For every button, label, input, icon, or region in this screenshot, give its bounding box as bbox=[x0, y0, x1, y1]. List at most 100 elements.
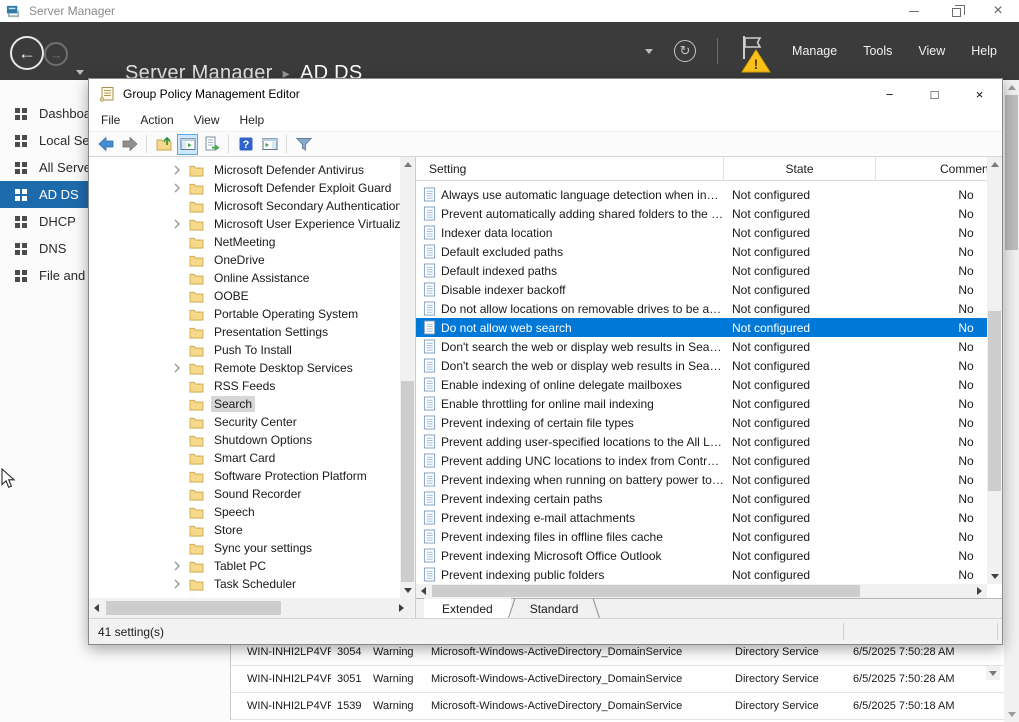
show-console-tree-icon[interactable] bbox=[177, 134, 198, 155]
tree-item[interactable]: OOBE bbox=[89, 287, 400, 305]
tree-item[interactable]: RSS Feeds bbox=[89, 377, 400, 395]
gpme-close-button[interactable]: × bbox=[957, 79, 1002, 109]
show-action-pane-icon[interactable] bbox=[259, 134, 280, 155]
list-scroll-right-icon[interactable] bbox=[972, 584, 987, 598]
up-one-level-icon[interactable] bbox=[153, 134, 174, 155]
expand-chevron-icon[interactable] bbox=[173, 219, 183, 229]
tab-extended[interactable]: Extended bbox=[424, 598, 511, 618]
restore-button[interactable] bbox=[935, 0, 977, 22]
setting-row[interactable]: Indexer data location Not configured No bbox=[416, 223, 1002, 242]
list-scroll-down-icon[interactable] bbox=[987, 569, 1002, 584]
refresh-icon[interactable]: ↻ bbox=[674, 40, 696, 62]
nav-menu-item[interactable]: View bbox=[918, 44, 945, 58]
tree-item[interactable]: OneDrive bbox=[89, 251, 400, 269]
scrollbar-thumb[interactable] bbox=[1005, 95, 1018, 250]
tree-item[interactable]: Remote Desktop Services bbox=[89, 359, 400, 377]
tree-scroll-down-icon[interactable] bbox=[400, 583, 415, 598]
close-button[interactable] bbox=[977, 0, 1019, 22]
nav-menu-item[interactable]: Tools bbox=[863, 44, 892, 58]
tree-hscrollbar-thumb[interactable] bbox=[106, 601, 281, 615]
events-scroll-down-icon[interactable] bbox=[986, 666, 1000, 680]
tree-item[interactable]: Microsoft Defender Antivirus bbox=[89, 161, 400, 179]
gpme-menu-item[interactable]: Help bbox=[230, 113, 275, 127]
tree-item[interactable]: Task Scheduler bbox=[89, 575, 400, 593]
tree-vertical-scrollbar[interactable] bbox=[400, 157, 415, 598]
gpme-minimize-button[interactable]: − bbox=[867, 79, 912, 109]
expand-chevron-icon[interactable] bbox=[173, 165, 183, 175]
gpme-menu-item[interactable]: View bbox=[184, 113, 230, 127]
tree-item[interactable]: Store bbox=[89, 521, 400, 539]
expand-chevron-icon[interactable] bbox=[173, 579, 183, 589]
setting-row[interactable]: Prevent automatically adding shared fold… bbox=[416, 204, 1002, 223]
scroll-down-icon[interactable] bbox=[1004, 707, 1019, 722]
tree-item[interactable]: Microsoft Secondary Authentication bbox=[89, 197, 400, 215]
forward-icon[interactable] bbox=[119, 134, 140, 155]
nav-menu-item[interactable]: Manage bbox=[792, 44, 837, 58]
column-header-state[interactable]: State bbox=[724, 157, 876, 181]
tree-item[interactable]: Portable Operating System bbox=[89, 305, 400, 323]
back-button[interactable]: ← bbox=[10, 36, 44, 70]
tree-item[interactable]: Online Assistance bbox=[89, 269, 400, 287]
tree-item[interactable]: Shutdown Options bbox=[89, 431, 400, 449]
nav-menu-item[interactable]: Help bbox=[971, 44, 997, 58]
nav-dropdown-caret-icon[interactable] bbox=[645, 49, 653, 54]
setting-row[interactable]: Prevent indexing Microsoft Office Outloo… bbox=[416, 546, 1002, 565]
setting-row[interactable]: Do not allow locations on removable driv… bbox=[416, 299, 1002, 318]
tree-item[interactable]: Tablet PC bbox=[89, 557, 400, 575]
setting-row[interactable]: Prevent indexing certain paths Not confi… bbox=[416, 489, 1002, 508]
tree-item[interactable]: Presentation Settings bbox=[89, 323, 400, 341]
setting-row[interactable]: Enable indexing of online delegate mailb… bbox=[416, 375, 1002, 394]
back-icon[interactable] bbox=[95, 134, 116, 155]
setting-row[interactable]: Prevent indexing of certain file types N… bbox=[416, 413, 1002, 432]
gpme-menu-item[interactable]: Action bbox=[130, 113, 183, 127]
filter-icon[interactable] bbox=[293, 134, 314, 155]
list-hscrollbar-thumb[interactable] bbox=[432, 585, 860, 597]
content-vertical-scrollbar[interactable] bbox=[1004, 80, 1019, 722]
expand-chevron-icon[interactable] bbox=[173, 183, 183, 193]
minimize-button[interactable] bbox=[893, 0, 935, 22]
tree-item[interactable]: Microsoft User Experience Virtualization bbox=[89, 215, 400, 233]
help-icon[interactable]: ? bbox=[235, 134, 256, 155]
tree-item[interactable]: Sync your settings bbox=[89, 539, 400, 557]
setting-row[interactable]: Prevent adding UNC locations to index fr… bbox=[416, 451, 1002, 470]
setting-row[interactable]: Prevent indexing files in offline files … bbox=[416, 527, 1002, 546]
history-dropdown-caret-icon[interactable] bbox=[76, 70, 84, 75]
gpme-maximize-button[interactable]: □ bbox=[912, 79, 957, 109]
tree-scroll-left-icon[interactable] bbox=[89, 600, 104, 616]
expand-chevron-icon[interactable] bbox=[173, 561, 183, 571]
setting-row[interactable]: Always use automatic language detection … bbox=[416, 185, 1002, 204]
tree-scroll-right-icon[interactable] bbox=[394, 600, 409, 616]
setting-row[interactable]: Don't search the web or display web resu… bbox=[416, 337, 1002, 356]
notifications-flag-icon[interactable]: ! bbox=[739, 34, 771, 74]
tree-item[interactable]: Search bbox=[89, 395, 400, 413]
setting-row[interactable]: Prevent indexing when running on battery… bbox=[416, 470, 1002, 489]
tree-item[interactable]: Sound Recorder bbox=[89, 485, 400, 503]
tree-item[interactable]: Speech bbox=[89, 503, 400, 521]
gpme-menu-item[interactable]: File bbox=[91, 113, 130, 127]
forward-button[interactable]: → bbox=[44, 42, 68, 66]
list-horizontal-scrollbar[interactable] bbox=[416, 584, 987, 598]
column-header-comment[interactable]: Comment bbox=[876, 157, 1002, 181]
setting-row[interactable]: Prevent adding user-specified locations … bbox=[416, 432, 1002, 451]
tree-item[interactable]: Push To Install bbox=[89, 341, 400, 359]
tab-standard[interactable]: Standard bbox=[512, 599, 597, 618]
tree-horizontal-scrollbar[interactable] bbox=[89, 598, 416, 618]
tree-scrollbar-thumb[interactable] bbox=[401, 381, 414, 582]
tree-item[interactable]: NetMeeting bbox=[89, 233, 400, 251]
setting-row[interactable]: Prevent indexing e-mail attachments Not … bbox=[416, 508, 1002, 527]
list-vertical-scrollbar[interactable] bbox=[987, 157, 1002, 584]
setting-row[interactable]: Default excluded paths Not configured No bbox=[416, 242, 1002, 261]
setting-row[interactable]: Do not allow web search Not configured N… bbox=[416, 318, 1002, 337]
tree-item[interactable]: Smart Card bbox=[89, 449, 400, 467]
setting-row[interactable]: Enable throttling for online mail indexi… bbox=[416, 394, 1002, 413]
gpme-titlebar[interactable]: Group Policy Management Editor − □ × bbox=[89, 79, 1002, 109]
list-scrollbar-thumb[interactable] bbox=[988, 311, 1001, 491]
tree-item[interactable]: Software Protection Platform bbox=[89, 467, 400, 485]
tree-item[interactable]: Security Center bbox=[89, 413, 400, 431]
setting-row[interactable]: Disable indexer backoff Not configured N… bbox=[416, 280, 1002, 299]
list-scroll-left-icon[interactable] bbox=[416, 584, 431, 598]
setting-row[interactable]: Prevent indexing public folders Not conf… bbox=[416, 565, 1002, 584]
event-row[interactable]: WIN-INHI2LP4VPS 3051 Warning Microsoft-W… bbox=[231, 666, 1004, 693]
expand-chevron-icon[interactable] bbox=[173, 363, 183, 373]
list-scroll-up-icon[interactable] bbox=[987, 157, 1002, 172]
